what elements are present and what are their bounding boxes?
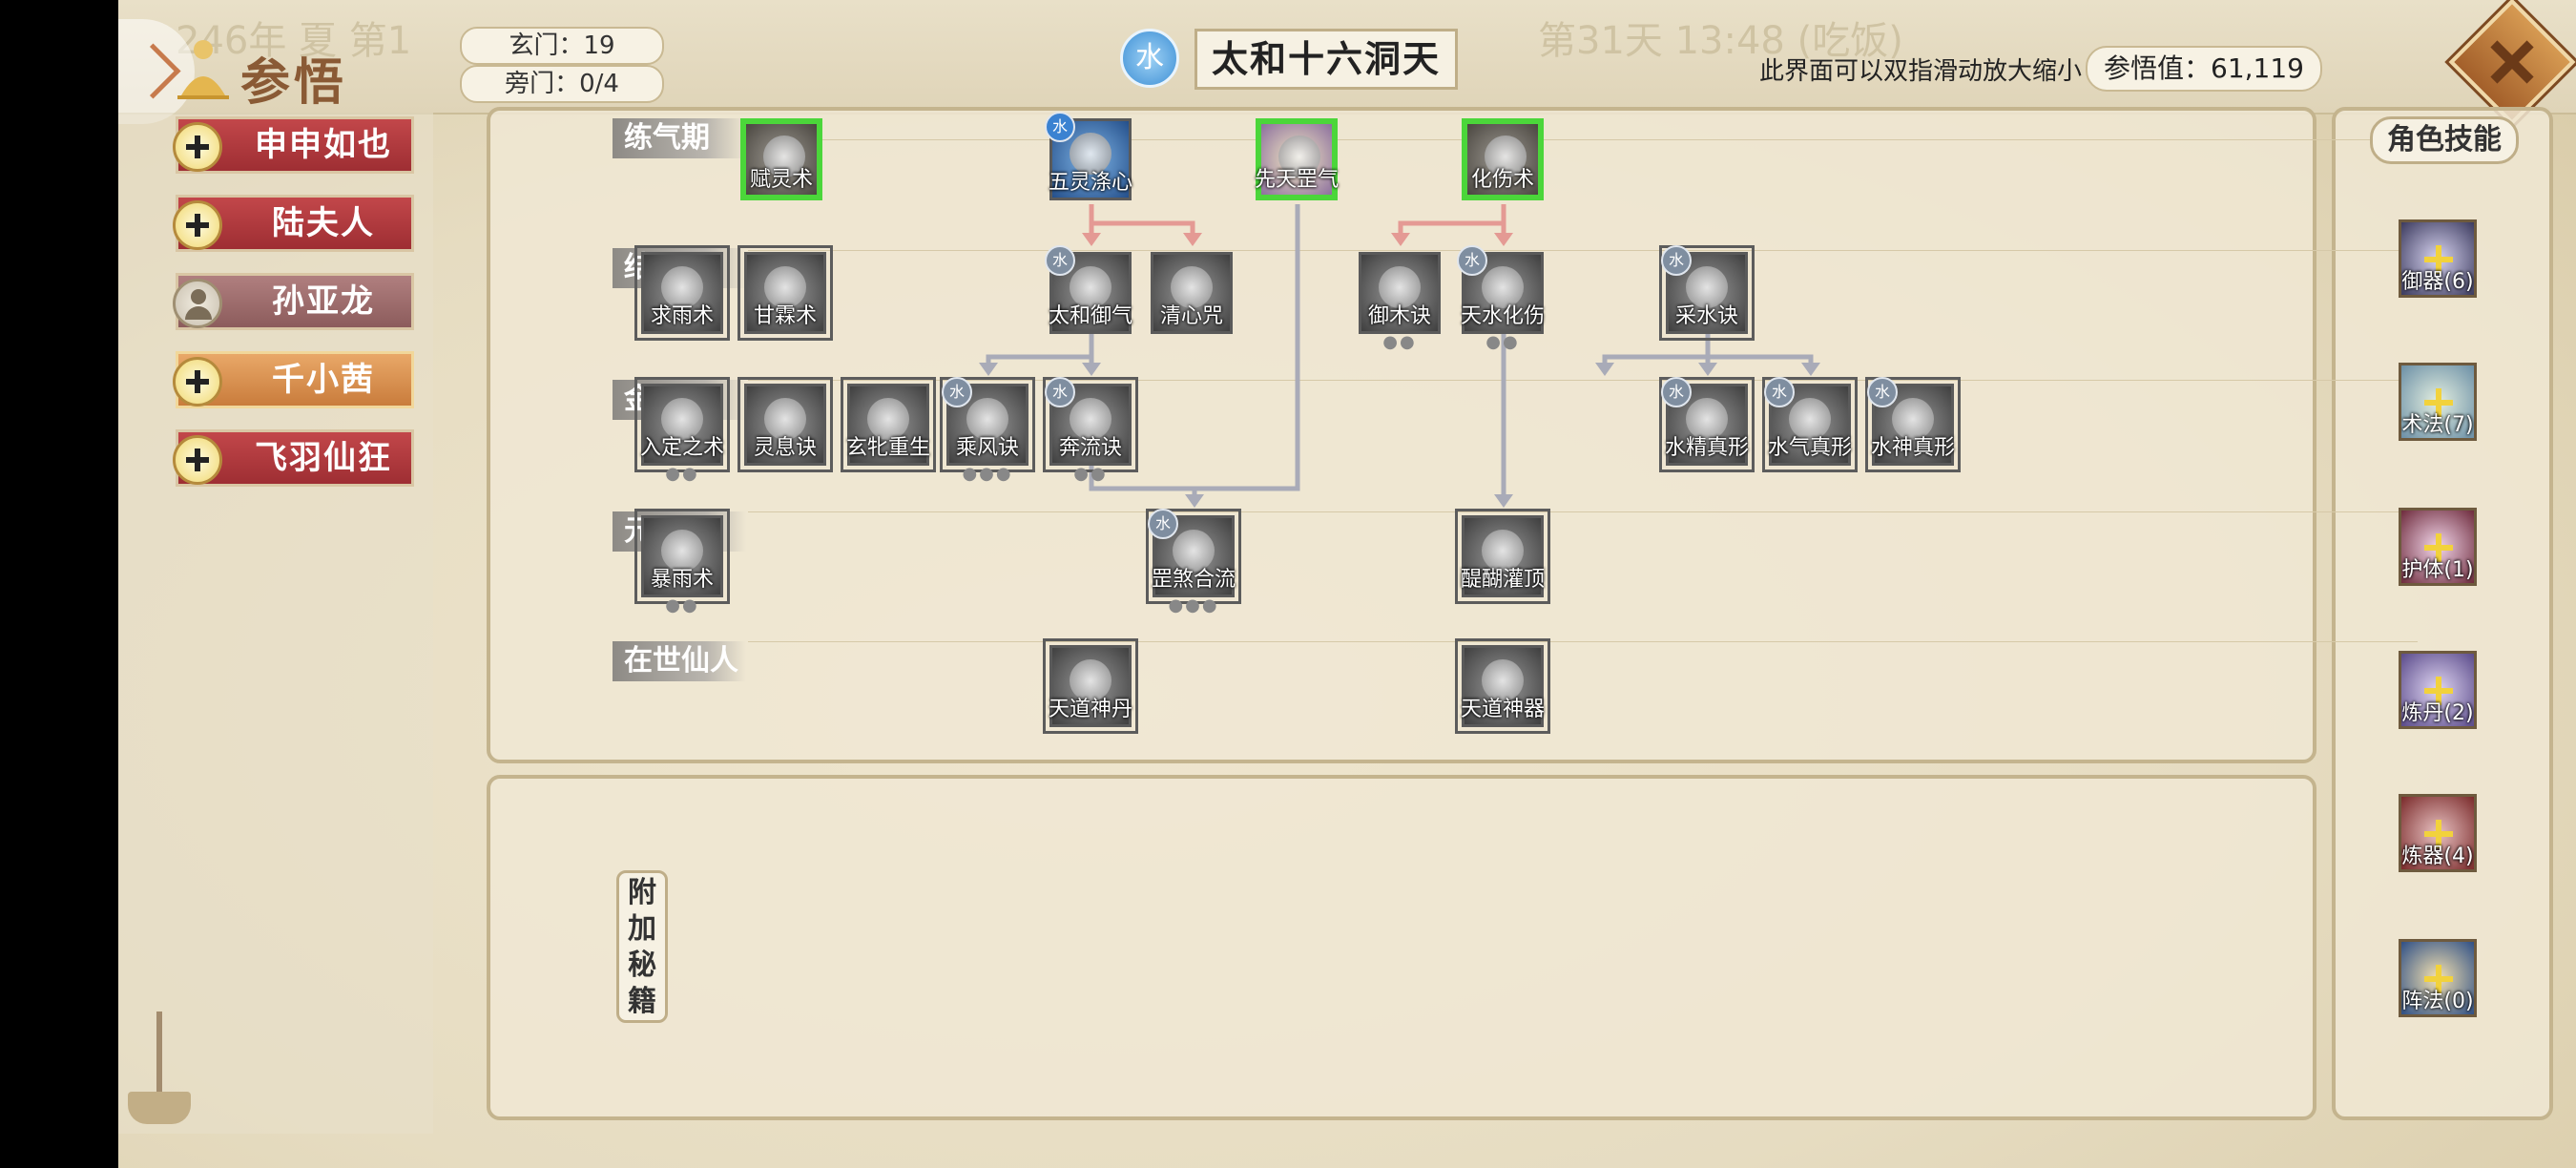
- skill-ganlinshu[interactable]: 甘霖术: [744, 252, 826, 334]
- skill-tihuguanding[interactable]: 醍醐灌顶: [1461, 515, 1545, 597]
- skill-tianshuihuashang[interactable]: 水 天水化伤 ●●: [1457, 245, 1545, 352]
- skill-shuiqizhenxing[interactable]: 水 水气真形: [1764, 377, 1852, 466]
- skill-rudingzhishu[interactable]: 入定之术 ●●: [640, 384, 724, 484]
- skill-fulingshu[interactable]: 赋灵术: [740, 118, 822, 200]
- skill-gangshahelu[interactable]: 水 罡煞合流 ●●●: [1148, 509, 1236, 615]
- skill-lingxijue[interactable]: 灵息诀: [744, 384, 826, 466]
- skill-xuantuochongsheng[interactable]: 玄牝重生: [846, 384, 930, 466]
- water-element-icon: 水: [1661, 245, 1692, 276]
- water-element-icon: 水: [1661, 377, 1692, 407]
- water-element-icon: 水: [1045, 245, 1075, 276]
- water-element-icon: 水: [1764, 377, 1795, 407]
- skill-taiheyuqi[interactable]: 水 太和御气: [1045, 245, 1132, 334]
- water-element-icon: 水: [1457, 245, 1487, 276]
- skill-wulingdixin[interactable]: 水 五灵涤心: [1045, 112, 1132, 200]
- addon-secret-books-tab[interactable]: 附 加 秘 籍: [616, 870, 668, 1023]
- water-element-icon: 水: [1045, 112, 1075, 142]
- category-shufa[interactable]: 术法(7): [2399, 363, 2477, 441]
- skill-tiandaoshenqi[interactable]: 天道神器: [1461, 645, 1545, 727]
- water-element-icon: 水: [942, 377, 972, 407]
- skill-shuishenzhenxing[interactable]: 水 水神真形: [1867, 377, 1955, 466]
- skill-qingxinzhou[interactable]: 清心咒: [1151, 252, 1233, 334]
- skill-chengfengjue[interactable]: 水 乘风诀 ●●●: [942, 377, 1028, 484]
- category-yuqi[interactable]: 御器(6): [2399, 219, 2477, 298]
- skill-tiandaoshendan[interactable]: 天道神丹: [1049, 645, 1132, 727]
- skill-qiuyushu[interactable]: 求雨术: [641, 252, 723, 334]
- skill-huashangshu[interactable]: 化伤术: [1462, 118, 1544, 200]
- skill-baoyushu[interactable]: 暴雨术 ●●: [641, 515, 723, 615]
- role-skills-title: 角色技能: [2370, 116, 2519, 164]
- skill-shuijingzhenxing[interactable]: 水 水精真形: [1661, 377, 1749, 466]
- skill-connectors: [979, 204, 1820, 508]
- skill-caishuijue[interactable]: 水 采水诀: [1661, 245, 1748, 334]
- category-lianqi[interactable]: 炼器(4): [2399, 794, 2477, 872]
- water-element-icon: 水: [1045, 377, 1075, 407]
- category-huti[interactable]: 护体(1): [2399, 508, 2477, 586]
- skill-yumujue[interactable]: 御木诀 ●●: [1359, 252, 1441, 352]
- water-element-icon: 水: [1148, 509, 1178, 539]
- category-zhenfa[interactable]: 阵法(0): [2399, 939, 2477, 1017]
- water-element-icon: 水: [1867, 377, 1898, 407]
- game-screen: 246年 夏 第1 第31天 13:48 (吃饭) 参悟 玄门：19 旁门：0/…: [118, 0, 2576, 1168]
- skill-benliujue[interactable]: 水 奔流诀 ●●: [1045, 377, 1132, 484]
- skill-xiantianzhengqi[interactable]: 先天罡气: [1255, 118, 1339, 200]
- category-liandan[interactable]: 炼丹(2): [2399, 651, 2477, 729]
